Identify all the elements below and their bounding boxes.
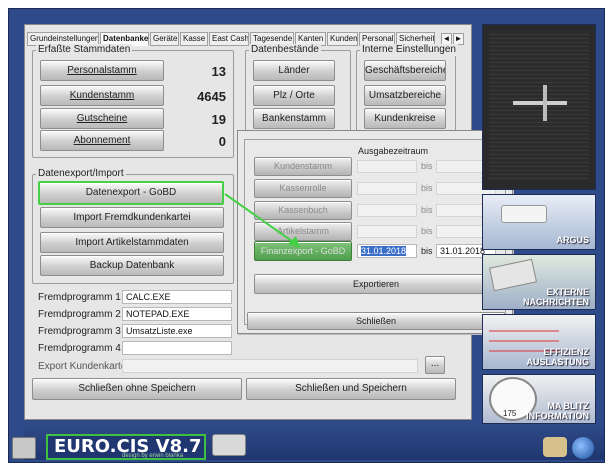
effizienz-panel[interactable]: EFFIZIENZ AUSLASTUNG — [482, 314, 596, 370]
plane-tail-icon — [543, 85, 547, 121]
argus-panel[interactable]: ARGUS — [482, 194, 596, 250]
eurocis-logo: EURO.CIS V8.7 design by erwin blanka — [46, 434, 206, 460]
home-icon[interactable] — [12, 437, 36, 459]
nachrichten-label: NACHRICHTEN — [523, 297, 589, 307]
externe-label: EXTERNE — [546, 287, 589, 297]
logo-tagline: design by erwin blanka — [122, 453, 184, 459]
plane-icon — [513, 101, 567, 105]
keys-icon[interactable] — [543, 437, 567, 457]
auslastung-label: AUSLASTUNG — [526, 357, 590, 367]
camera-panel[interactable] — [482, 24, 596, 190]
gauge-value: 175 — [503, 409, 517, 418]
effizienz-label: EFFIZIENZ — [543, 347, 590, 357]
camera-feed — [489, 31, 589, 181]
newspaper-icon — [488, 258, 538, 292]
information-label: INFORMATION — [526, 411, 589, 421]
ma-blitz-panel[interactable]: 175 MA BLITZ INFORMATION — [482, 374, 596, 424]
security-camera-icon — [501, 205, 547, 223]
ma-blitz-label: MA BLITZ — [547, 401, 589, 411]
externe-nachrichten-panel[interactable]: EXTERNE NACHRICHTEN — [482, 254, 596, 310]
help-chat-icon[interactable] — [212, 434, 246, 456]
argus-label: ARGUS — [556, 235, 589, 245]
globe-icon[interactable] — [572, 437, 594, 459]
